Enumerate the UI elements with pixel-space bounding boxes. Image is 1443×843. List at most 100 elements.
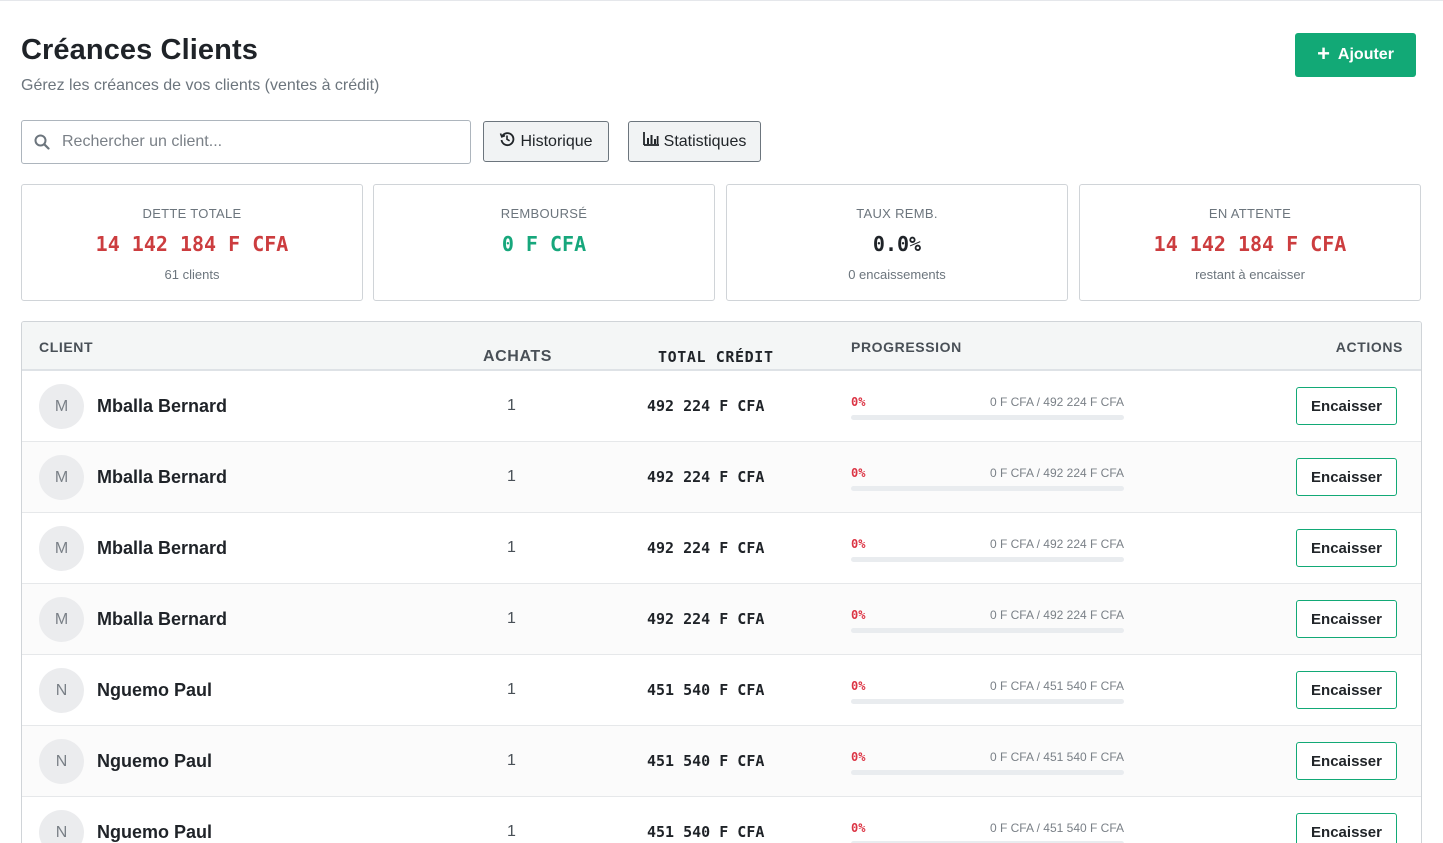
- client-name: Mballa Bernard: [97, 467, 228, 487]
- progress-amounts: 0 F CFA / 492 224 F CFA: [989, 395, 1124, 409]
- card-label: REMBOURSÉ: [500, 206, 588, 221]
- table-body: M Mballa Bernard 1 492 224 F CFA 0% 0 F …: [22, 371, 1421, 843]
- total-credit: 451 540 F CFA: [647, 681, 765, 699]
- progress-percent: 0%: [851, 679, 866, 693]
- collect-button[interactable]: Encaisser: [1296, 529, 1397, 567]
- progress-amounts: 0 F CFA / 492 224 F CFA: [989, 608, 1124, 622]
- column-header-progress: PROGRESSION: [851, 339, 962, 355]
- card-label: DETTE TOTALE: [142, 206, 242, 221]
- table-row: M Mballa Bernard 1 492 224 F CFA 0% 0 F …: [22, 584, 1421, 655]
- card-label: EN ATTENTE: [1208, 206, 1292, 221]
- progress-bar: [851, 770, 1124, 775]
- purchase-count: 1: [507, 681, 516, 698]
- card-pending: EN ATTENTE 14 142 184 F CFA restant à en…: [1079, 184, 1421, 301]
- purchase-count: 1: [507, 539, 516, 556]
- progress-bar: [851, 486, 1124, 491]
- search-box: [21, 120, 471, 164]
- progress-amounts: 0 F CFA / 492 224 F CFA: [989, 466, 1124, 480]
- client-name: Nguemo Paul: [97, 680, 213, 700]
- column-header-actions: ACTIONS: [1335, 339, 1403, 355]
- history-button-label: Historique: [520, 132, 593, 150]
- collect-button[interactable]: Encaisser: [1296, 458, 1397, 496]
- card-repayment-rate: TAUX REMB. 0.0% 0 encaissements: [726, 184, 1068, 301]
- total-credit: 492 224 F CFA: [647, 468, 765, 486]
- page-subtitle: Gérez les créances de vos clients (vente…: [21, 77, 380, 94]
- column-header-total-credit: TOTAL CRÉDIT: [658, 348, 774, 366]
- total-credit: 492 224 F CFA: [647, 610, 765, 628]
- card-subtext: 0 encaissements: [848, 267, 946, 282]
- card-value: 14 142 184 F CFA: [95, 232, 289, 256]
- statistics-button[interactable]: Statistiques: [628, 121, 761, 162]
- total-credit: 451 540 F CFA: [647, 823, 765, 841]
- client-name: Mballa Bernard: [97, 396, 228, 416]
- table-header: CLIENT ACHATS TOTAL CRÉDIT PROGRESSION A…: [22, 322, 1421, 371]
- purchase-count: 1: [507, 823, 516, 840]
- progress-percent: 0%: [851, 608, 866, 622]
- table-row: M Mballa Bernard 1 492 224 F CFA 0% 0 F …: [22, 371, 1421, 442]
- table-row: M Mballa Bernard 1 492 224 F CFA 0% 0 F …: [22, 442, 1421, 513]
- client-name: Nguemo Paul: [97, 751, 213, 771]
- purchase-count: 1: [507, 468, 516, 485]
- bar-chart-icon: [642, 132, 659, 151]
- card-repaid: REMBOURSÉ 0 F CFA: [373, 184, 715, 301]
- search-icon: [22, 134, 62, 150]
- client-name: Mballa Bernard: [97, 538, 228, 558]
- table-row: N Nguemo Paul 1 451 540 F CFA 0% 0 F CFA…: [22, 655, 1421, 726]
- progress-bar: [851, 699, 1124, 704]
- avatar: M: [39, 455, 84, 500]
- progress-percent: 0%: [851, 395, 866, 409]
- card-total-debt: DETTE TOTALE 14 142 184 F CFA 61 clients: [21, 184, 363, 301]
- table-row: M Mballa Bernard 1 492 224 F CFA 0% 0 F …: [22, 513, 1421, 584]
- card-value: 14 142 184 F CFA: [1153, 232, 1347, 256]
- add-button-label: Ajouter: [1337, 46, 1394, 63]
- page: Créances Clients Gérez les créances de v…: [0, 0, 1443, 843]
- avatar: M: [39, 384, 84, 429]
- progress-bar: [851, 557, 1124, 562]
- collect-button[interactable]: Encaisser: [1296, 600, 1397, 638]
- client-name: Mballa Bernard: [97, 609, 228, 629]
- add-button[interactable]: + Ajouter: [1295, 33, 1416, 77]
- client-name: Nguemo Paul: [97, 822, 213, 842]
- progress-amounts: 0 F CFA / 451 540 F CFA: [989, 679, 1124, 693]
- progress-bar: [851, 415, 1124, 420]
- progress-bar: [851, 628, 1124, 633]
- collect-button[interactable]: Encaisser: [1296, 813, 1397, 843]
- purchase-count: 1: [507, 752, 516, 769]
- card-value: 0.0%: [872, 232, 922, 256]
- table-row: N Nguemo Paul 1 451 540 F CFA 0% 0 F CFA…: [22, 726, 1421, 797]
- collect-button[interactable]: Encaisser: [1296, 671, 1397, 709]
- total-credit: 492 224 F CFA: [647, 397, 765, 415]
- progress-percent: 0%: [851, 466, 866, 480]
- progress-percent: 0%: [851, 537, 866, 551]
- column-header-purchases: ACHATS: [483, 348, 553, 365]
- collect-button[interactable]: Encaisser: [1296, 742, 1397, 780]
- avatar: M: [39, 526, 84, 571]
- purchase-count: 1: [507, 610, 516, 627]
- credits-table: CLIENT ACHATS TOTAL CRÉDIT PROGRESSION A…: [21, 321, 1422, 843]
- progress-amounts: 0 F CFA / 451 540 F CFA: [989, 821, 1124, 835]
- statistics-button-label: Statistiques: [663, 132, 747, 150]
- history-icon: [499, 131, 515, 152]
- card-label: TAUX REMB.: [856, 206, 938, 221]
- card-subtext: 61 clients: [164, 267, 220, 282]
- table-row: N Nguemo Paul 1 451 540 F CFA 0% 0 F CFA…: [22, 797, 1421, 843]
- progress-amounts: 0 F CFA / 451 540 F CFA: [989, 750, 1124, 764]
- progress-amounts: 0 F CFA / 492 224 F CFA: [989, 537, 1124, 551]
- plus-icon: +: [1317, 41, 1330, 66]
- search-input[interactable]: [62, 133, 462, 151]
- total-credit: 492 224 F CFA: [647, 539, 765, 557]
- avatar: N: [39, 668, 84, 713]
- card-subtext: restant à encaisser: [1195, 267, 1305, 282]
- column-header-client: CLIENT: [39, 339, 94, 355]
- avatar: N: [39, 810, 84, 843]
- avatar: N: [39, 739, 84, 784]
- history-button[interactable]: Historique: [483, 121, 609, 162]
- page-title: Créances Clients: [21, 34, 258, 66]
- progress-percent: 0%: [851, 821, 866, 835]
- progress-percent: 0%: [851, 750, 866, 764]
- card-value: 0 F CFA: [501, 232, 587, 256]
- collect-button[interactable]: Encaisser: [1296, 387, 1397, 425]
- total-credit: 451 540 F CFA: [647, 752, 765, 770]
- avatar: M: [39, 597, 84, 642]
- purchase-count: 1: [507, 397, 516, 414]
